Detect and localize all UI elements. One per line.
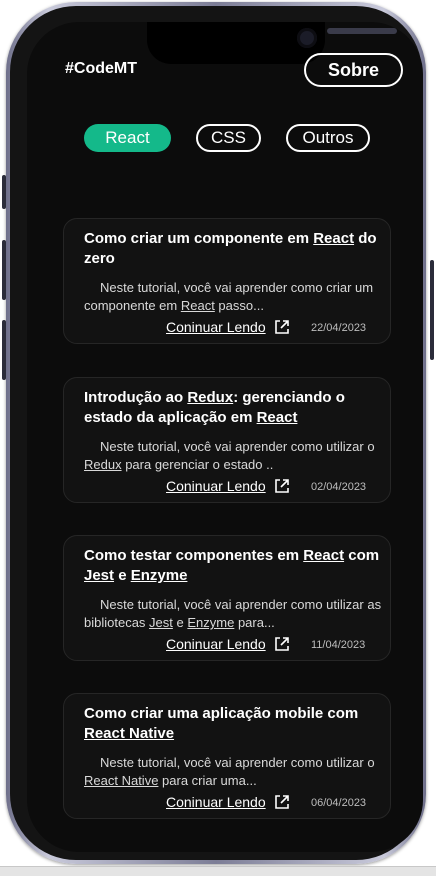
tag-link[interactable]: React [257, 409, 298, 426]
post-excerpt: Neste tutorial, você vai aprender como c… [84, 279, 384, 315]
post-date: 11/04/2023 [311, 639, 366, 651]
post-title: Introdução ao Redux: gerenciando o estad… [84, 388, 384, 428]
continue-reading-link[interactable]: Coninuar Lendo [166, 319, 266, 335]
tag-link[interactable]: React [181, 298, 215, 313]
tag-link[interactable]: React Native [84, 773, 158, 788]
text-segment: e [114, 567, 131, 584]
text-segment: Como criar uma aplicação mobile com [84, 705, 359, 722]
tag-link[interactable]: Enzyme [131, 567, 188, 584]
external-link-icon[interactable] [274, 794, 290, 810]
text-segment: Neste tutorial, você vai aprender como u… [100, 439, 375, 454]
mute-switch [2, 175, 6, 209]
post-card: Introdução ao Redux: gerenciando o estad… [63, 377, 391, 503]
post-excerpt: Neste tutorial, você vai aprender como u… [84, 596, 384, 632]
tag-link[interactable]: Redux [187, 389, 233, 406]
text-segment: com [344, 547, 380, 564]
camera-icon [297, 28, 317, 48]
filter-outros-button[interactable]: Outros [286, 124, 370, 152]
text-segment: e [172, 615, 188, 630]
post-card: Como testar componentes em React com Jes… [63, 535, 391, 661]
external-link-icon[interactable] [274, 478, 290, 494]
about-button[interactable]: Sobre [304, 53, 403, 87]
filter-css-button[interactable]: CSS [196, 124, 261, 152]
text-segment: para... [234, 615, 275, 630]
tag-link[interactable]: Redux [84, 457, 122, 472]
brand-logo[interactable]: #CodeMT [65, 60, 137, 78]
tag-link[interactable]: Jest [84, 567, 114, 584]
power-button [430, 260, 434, 360]
filter-react-button[interactable]: React [84, 124, 171, 152]
volume-down-button [2, 320, 6, 380]
external-link-icon[interactable] [274, 636, 290, 652]
speaker-grille [327, 28, 397, 34]
tag-link[interactable]: Enzyme [187, 615, 234, 630]
post-card: Como criar uma aplicação mobile com Reac… [63, 693, 391, 819]
tag-link[interactable]: React [313, 230, 354, 247]
continue-reading-link[interactable]: Coninuar Lendo [166, 636, 266, 652]
post-title: Como criar uma aplicação mobile com Reac… [84, 704, 384, 744]
phone-frame: #CodeMT Sobre React CSS Outros Como cria… [6, 2, 426, 864]
post-excerpt: Neste tutorial, você vai aprender como u… [84, 438, 384, 474]
post-title: Como testar componentes em React com Jes… [84, 546, 384, 586]
post-excerpt: Neste tutorial, você vai aprender como u… [84, 754, 384, 790]
tag-link[interactable]: React [303, 547, 344, 564]
text-segment: Neste tutorial, você vai aprender como u… [100, 755, 375, 770]
text-segment: Como criar um componente em [84, 230, 314, 247]
tag-link[interactable]: Jest [149, 615, 173, 630]
phone-notch [147, 22, 397, 64]
post-date: 06/04/2023 [311, 797, 367, 809]
tag-link[interactable]: React Native [84, 725, 174, 742]
text-segment: Como testar componentes em [84, 547, 304, 564]
external-link-icon[interactable] [274, 319, 290, 335]
text-segment: passo... [214, 298, 264, 313]
text-segment: para gerenciar o estado .. [121, 457, 274, 472]
post-card: Como criar um componente em React do zer… [63, 218, 391, 344]
post-date: 22/04/2023 [311, 322, 367, 334]
post-date: 02/04/2023 [311, 481, 367, 493]
text-segment: Introdução ao [84, 389, 188, 406]
volume-up-button [2, 240, 6, 300]
continue-reading-link[interactable]: Coninuar Lendo [166, 794, 266, 810]
continue-reading-link[interactable]: Coninuar Lendo [166, 478, 266, 494]
phone-bezel: #CodeMT Sobre React CSS Outros Como cria… [10, 6, 423, 860]
text-segment: para criar uma... [158, 773, 257, 788]
post-title: Como criar um componente em React do zer… [84, 229, 384, 269]
phone-screen: #CodeMT Sobre React CSS Outros Como cria… [27, 22, 423, 852]
